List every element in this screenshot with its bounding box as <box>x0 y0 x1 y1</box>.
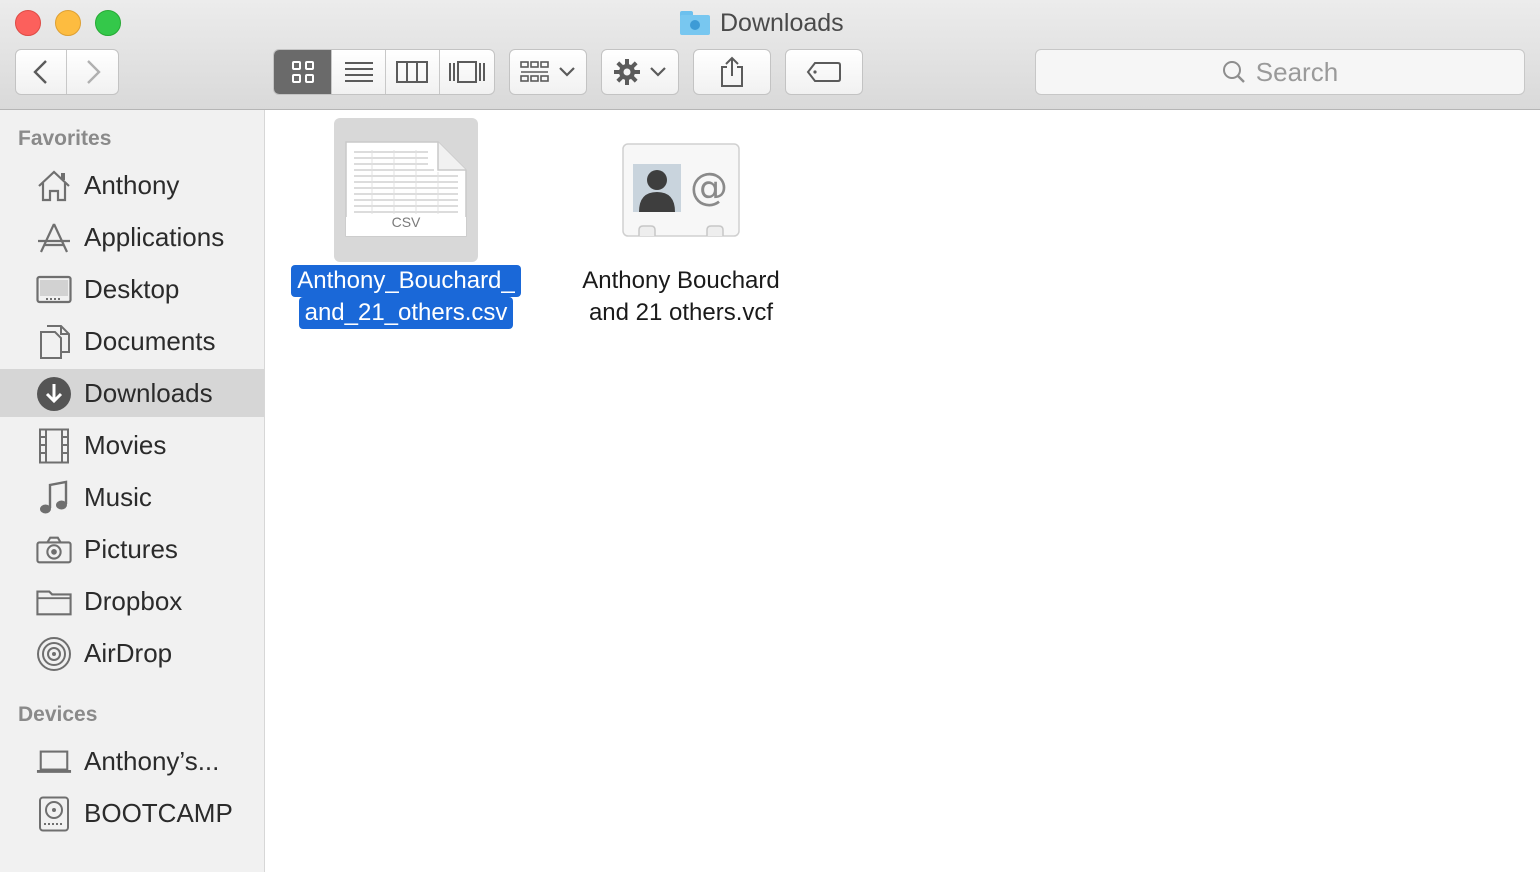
downloads-folder-icon <box>680 11 710 35</box>
list-icon <box>344 62 373 82</box>
chevron-left-icon <box>33 60 47 84</box>
column-view-button[interactable] <box>386 50 440 94</box>
chevron-right-icon <box>86 60 101 84</box>
disk-icon <box>36 796 72 832</box>
movies-icon <box>36 428 72 464</box>
close-window-button[interactable] <box>15 10 41 36</box>
forward-button[interactable] <box>67 50 118 94</box>
window-title-text: Downloads <box>720 8 844 37</box>
sidebar-item-applications[interactable]: Applications <box>0 213 264 261</box>
action-button[interactable] <box>601 49 679 95</box>
chevron-down-icon <box>650 67 666 77</box>
home-icon <box>36 169 72 203</box>
list-view-button[interactable] <box>332 50 386 94</box>
airdrop-icon <box>36 637 72 671</box>
sidebar-item-anthony[interactable]: Anthony <box>0 161 264 209</box>
toolbar: Downloads Search <box>0 0 1540 110</box>
laptop-icon <box>36 745 72 779</box>
sidebar-item-downloads[interactable]: Downloads <box>0 369 264 417</box>
columns-icon <box>396 61 429 83</box>
downloads-icon <box>36 377 72 411</box>
sidebar-item-movies[interactable]: Movies <box>0 421 264 469</box>
share-icon <box>721 56 743 87</box>
arrange-grid-icon <box>520 61 549 82</box>
svg-text:@: @ <box>690 165 728 209</box>
search-icon <box>1222 61 1245 83</box>
folder-icon <box>36 585 72 619</box>
gear-icon <box>614 59 640 85</box>
finder-window: Downloads Search Favorites Anthony Appli… <box>0 0 1540 872</box>
file-item-csv[interactable]: CSV Anthony_Bouchard_ and_21_others.csv <box>286 118 526 338</box>
tag-icon <box>806 62 841 82</box>
navigation-buttons <box>15 49 119 95</box>
arrange-button[interactable] <box>509 49 587 95</box>
grid-icon <box>291 61 314 83</box>
edit-tags-button[interactable] <box>785 49 863 95</box>
minimize-window-button[interactable] <box>55 10 81 36</box>
chevron-down-icon <box>559 67 575 77</box>
sidebar-item-pictures[interactable]: Pictures <box>0 525 264 573</box>
sidebar: Favorites Anthony Applications Desktop D… <box>0 110 265 872</box>
documents-icon <box>36 325 72 359</box>
music-icon <box>36 480 72 515</box>
file-item-vcf[interactable]: @ Anthony Bouchard and 21 others.vcf <box>556 118 806 338</box>
sidebar-item-airdrop[interactable]: AirDrop <box>0 629 264 677</box>
sidebar-section-devices: Devices <box>18 703 98 726</box>
view-mode-control <box>273 49 495 95</box>
share-button[interactable] <box>693 49 771 95</box>
cover-flow-view-button[interactable] <box>440 50 495 94</box>
vcard-file-icon: @ <box>609 118 753 262</box>
desktop-icon <box>36 273 72 307</box>
csv-badge: CSV <box>391 214 421 230</box>
sidebar-item-documents[interactable]: Documents <box>0 317 264 365</box>
zoom-window-button[interactable] <box>95 10 121 36</box>
camera-icon <box>36 533 72 567</box>
back-button[interactable] <box>16 50 68 94</box>
icon-view-button[interactable] <box>274 50 333 94</box>
sidebar-item-music[interactable]: Music <box>0 473 264 521</box>
sidebar-item-macbook[interactable]: Anthony’s... <box>0 737 264 785</box>
file-name-csv: Anthony_Bouchard_ and_21_others.csv <box>286 265 526 329</box>
file-name-vcf: Anthony Bouchard and 21 others.vcf <box>582 267 780 326</box>
sidebar-item-dropbox[interactable]: Dropbox <box>0 577 264 625</box>
search-placeholder: Search <box>1255 56 1339 87</box>
window-title: Downloads <box>680 6 844 40</box>
sidebar-item-bootcamp[interactable]: BOOTCAMP <box>0 789 264 837</box>
cover-flow-icon <box>448 61 485 83</box>
sidebar-item-desktop[interactable]: Desktop <box>0 265 264 313</box>
file-browser-icon-view: CSV Anthony_Bouchard_ and_21_others.csv … <box>266 110 1540 872</box>
applications-icon <box>36 221 72 255</box>
csv-file-icon: CSV <box>334 118 478 262</box>
sidebar-section-favorites: Favorites <box>18 127 112 150</box>
search-field[interactable]: Search <box>1035 49 1525 95</box>
